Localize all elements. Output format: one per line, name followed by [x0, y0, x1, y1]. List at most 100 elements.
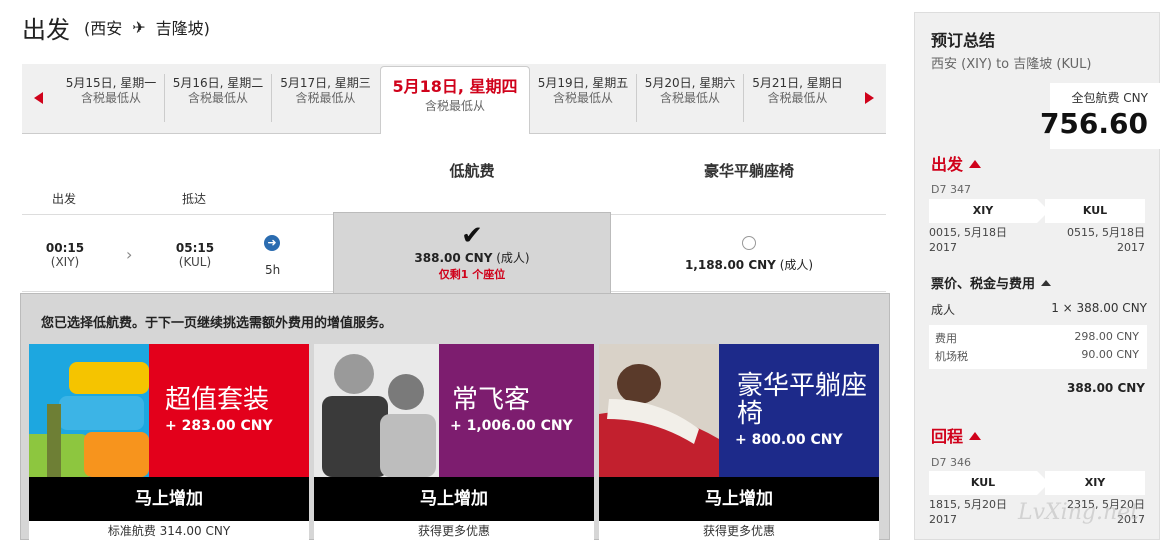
upsell-message: 您已选择低航费。于下一页继续挑选需额外费用的增值服务。 [41, 316, 393, 331]
premium-fare-radio[interactable] [742, 236, 756, 250]
arrival-info: 05:15 (KUL) [172, 241, 218, 269]
total-value: 756.60 [1039, 107, 1148, 140]
outbound-arr-time: 0515, 5月18日 [1067, 226, 1145, 239]
premium-fare-option[interactable]: 1,188.00 CNY (成人) [612, 236, 886, 273]
arrival-code: (KUL) [178, 255, 212, 269]
destination-city: 吉隆坡) [155, 19, 210, 38]
pricing-label: 票价、税金与费用 [931, 277, 1036, 292]
date-sublabel: 含税最低从 [424, 99, 485, 113]
seats-remaining: 仅剩1 个座位 [438, 268, 506, 281]
return-flight-number: D7 346 [931, 456, 971, 469]
flight-details-icon[interactable]: ➜ [264, 235, 280, 251]
date-tab-selected[interactable]: 5月18日, 星期四 含税最低从 [380, 66, 530, 134]
date-label: 5月20日, 星期六 [644, 76, 736, 90]
tax-value: 90.00 CNY [1081, 348, 1139, 361]
value-pack-footnote: 标准航费 314.00 CNY [29, 521, 309, 540]
departure-info: 00:15 (XIY) [42, 241, 88, 269]
outbound-dep-year: 2017 [929, 241, 957, 254]
adult-row: 成人 1 × 388.00 CNY [931, 301, 1147, 318]
add-flatbed-button[interactable]: 马上增加 [599, 477, 879, 521]
arrive-column-header: 抵达 [182, 192, 207, 206]
flatbed-price: + 800.00 CNY [735, 432, 843, 448]
prev-date-arrow-icon[interactable] [34, 92, 43, 104]
fee-value: 298.00 CNY [1074, 330, 1139, 343]
low-fare-option[interactable]: ✔ 388.00 CNY (成人) 仅剩1 个座位 [333, 212, 611, 296]
date-sublabel: 含税最低从 [80, 91, 141, 105]
date-tab[interactable]: 5月17日, 星期三 含税最低从 [272, 74, 379, 122]
total-label: 全包航费 CNY [1071, 91, 1148, 105]
date-label: 5月15日, 星期一 [65, 76, 157, 90]
pricing-toggle[interactable]: 票价、税金与费用 [931, 273, 1052, 292]
low-fare-amount: 388.00 CNY [414, 251, 493, 265]
date-label: 5月16日, 星期二 [172, 76, 264, 90]
outbound-arrival: 0515, 5月18日 2017 [1067, 225, 1145, 255]
return-departure: 1815, 5月20日 2017 [929, 497, 1007, 527]
flatbed-title: 豪华平躺座椅 [737, 371, 868, 429]
date-tab[interactable]: 5月19日, 星期五 含税最低从 [530, 74, 637, 122]
low-fare-unit: (成人) [492, 251, 530, 265]
adult-label: 成人 [931, 303, 956, 317]
upsell-panel: 您已选择低航费。于下一页继续挑选需额外费用的增值服务。 超值套装 + 283.0… [20, 293, 890, 540]
date-label: 5月21日, 星期日 [752, 76, 843, 90]
booking-summary: 预订总结 西安 (XIY) to 吉隆坡 (KUL) 全包航费 CNY 756.… [914, 12, 1160, 540]
add-value-pack-button[interactable]: 马上增加 [29, 477, 309, 521]
outbound-to: KUL [1045, 199, 1145, 223]
date-tab[interactable]: 5月20日, 星期六 含税最低从 [637, 74, 744, 122]
return-dep-time: 1815, 5月20日 [929, 498, 1007, 511]
summary-route: 西安 (XIY) to 吉隆坡 (KUL) [931, 57, 1092, 72]
value-pack-price: + 283.00 CNY [165, 418, 273, 434]
arrival-time: 05:15 [175, 241, 215, 255]
date-tab[interactable]: 5月15日, 星期一 含税最低从 [58, 74, 165, 122]
date-label: 5月19日, 星期五 [537, 76, 629, 90]
outbound-dep-time: 0015, 5月18日 [929, 226, 1007, 239]
summary-title: 预订总结 [931, 31, 996, 50]
departure-time: 00:15 [45, 241, 85, 255]
frequent-flyer-title: 常飞客 [452, 385, 531, 415]
page-header: 出发 (西安 ✈ 吉隆坡) [22, 10, 210, 44]
frequent-flyer-price: + 1,006.00 CNY [450, 418, 573, 434]
subtotal: 388.00 CNY [1066, 381, 1145, 395]
outbound-departure: 0015, 5月18日 2017 [929, 225, 1007, 255]
value-pack-title: 超值套装 [165, 385, 270, 415]
frequent-flyer-footnote: 获得更多优惠 [314, 521, 594, 540]
add-frequent-flyer-button[interactable]: 马上增加 [314, 477, 594, 521]
date-sublabel: 含税最低从 [552, 91, 613, 105]
date-sublabel: 含税最低从 [659, 91, 720, 105]
watermark: LvXing.net [1017, 500, 1139, 525]
outbound-from: XIY [929, 199, 1037, 223]
return-label: 回程 [931, 427, 964, 446]
premium-fare-unit: (成人) [775, 258, 814, 272]
flight-duration: 5h [265, 263, 281, 277]
route: (西安 ✈ 吉隆坡) [84, 15, 210, 39]
date-label: 5月18日, 星期四 [392, 77, 518, 96]
premium-fare-amount: 1,188.00 CNY [684, 258, 776, 272]
outbound-flight-number: D7 347 [931, 183, 971, 196]
page-title: 出发 [22, 15, 70, 44]
date-tab[interactable]: 5月21日, 星期日 含税最低从 [744, 74, 851, 122]
adult-value: 1 × 388.00 CNY [1051, 301, 1147, 315]
chevron-right-icon: › [126, 245, 133, 264]
date-sublabel: 含税最低从 [295, 91, 356, 105]
frequent-flyer-card: 常飞客 + 1,006.00 CNY 马上增加 获得更多优惠 [314, 344, 594, 540]
outbound-section-toggle[interactable]: 出发 [931, 151, 982, 175]
checkmark-icon: ✔ [461, 221, 483, 251]
total-price-box: 全包航费 CNY 756.60 [1040, 83, 1160, 149]
origin-city: (西安 [84, 19, 123, 38]
next-date-arrow-icon[interactable] [865, 92, 874, 104]
premium-fare-header: 豪华平躺座椅 [703, 162, 794, 180]
return-leg: KUL XIY [929, 471, 1145, 495]
flatbed-footnote: 获得更多优惠 [599, 521, 879, 540]
fee-breakdown: 费用 298.00 CNY 机场税 90.00 CNY [929, 325, 1147, 369]
outbound-arr-year: 2017 [1117, 241, 1145, 254]
date-tab[interactable]: 5月16日, 星期二 含税最低从 [165, 74, 272, 122]
caret-up-icon [969, 160, 982, 168]
return-from: KUL [929, 471, 1037, 495]
return-to: XIY [1045, 471, 1145, 495]
return-dep-year: 2017 [929, 513, 957, 526]
caret-up-icon [969, 432, 982, 440]
caret-up-icon [1041, 280, 1052, 286]
departure-code: (XIY) [50, 255, 80, 269]
value-pack-card: 超值套装 + 283.00 CNY 马上增加 标准航费 314.00 CNY [29, 344, 309, 540]
flatbed-card: 豪华平躺座椅 + 800.00 CNY 马上增加 获得更多优惠 [599, 344, 879, 540]
return-section-toggle[interactable]: 回程 [931, 423, 982, 447]
